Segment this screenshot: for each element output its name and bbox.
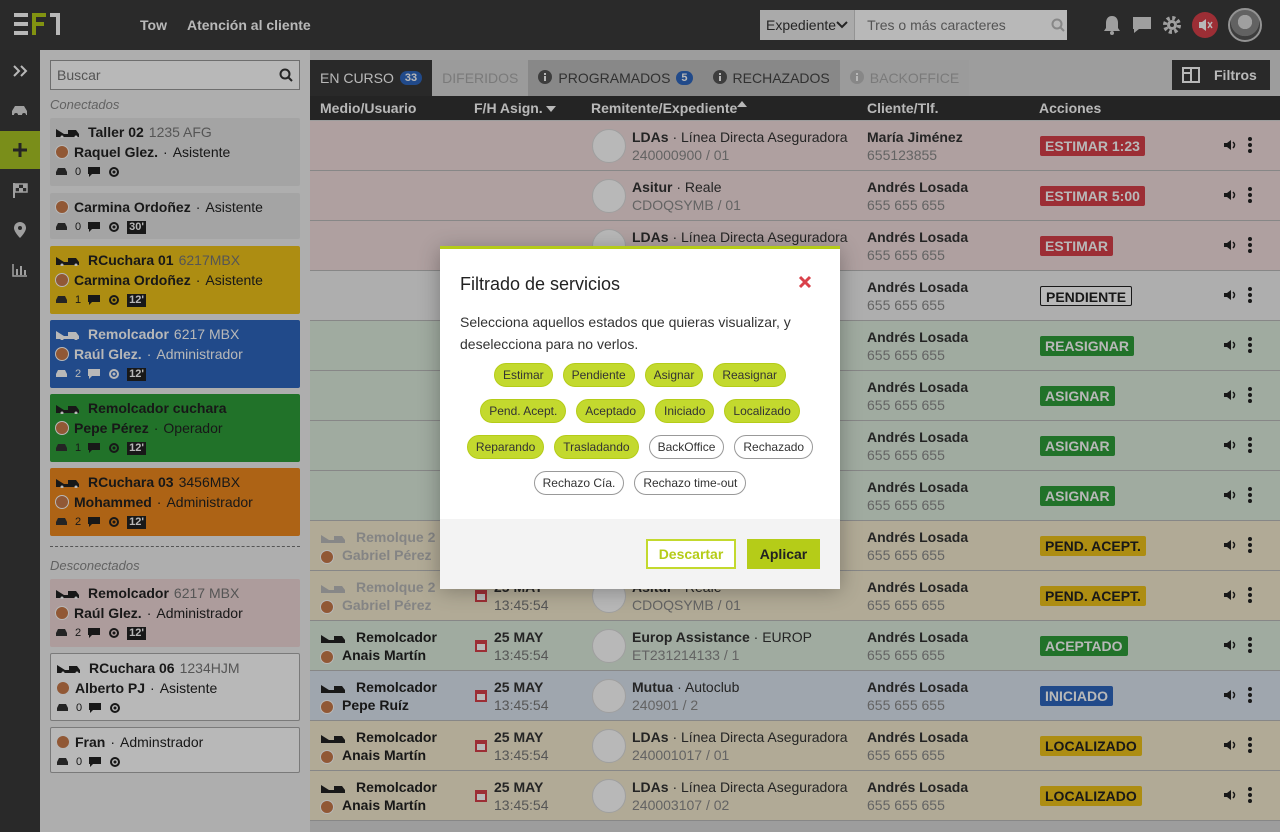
status-chip[interactable]: Rechazo time-out [634, 471, 747, 495]
status-chip[interactable]: Aceptado [576, 399, 646, 423]
status-chip[interactable]: Pend. Acept. [480, 399, 567, 423]
status-chip[interactable]: Trasladando [554, 435, 639, 459]
status-chip[interactable]: Reparando [466, 435, 545, 459]
status-chip[interactable]: Pendiente [562, 363, 635, 387]
dialog-title: Filtrado de servicios [460, 274, 621, 294]
close-icon[interactable] [796, 273, 814, 291]
status-chip[interactable]: Asignar [644, 363, 704, 387]
filter-dialog: Filtrado de servicios Selecciona aquello… [440, 246, 840, 589]
dialog-footer: Descartar Aplicar [440, 519, 840, 589]
status-chip[interactable]: Rechazo Cía. [533, 471, 625, 495]
status-chip[interactable]: Reasignar [713, 363, 787, 387]
apply-button[interactable]: Aplicar [747, 539, 820, 569]
status-chip[interactable]: Localizado [724, 399, 800, 423]
status-chip[interactable]: Iniciado [655, 399, 715, 423]
status-chip[interactable]: BackOffice [648, 435, 725, 459]
dialog-description: Selecciona aquellos estados que quieras … [460, 314, 791, 352]
status-chip[interactable]: Rechazado [734, 435, 814, 459]
status-chip[interactable]: Estimar [493, 363, 553, 387]
discard-button[interactable]: Descartar [646, 539, 736, 569]
status-chips: Estimar Pendiente Asignar Reasignar Pend. Ac… [460, 363, 820, 495]
